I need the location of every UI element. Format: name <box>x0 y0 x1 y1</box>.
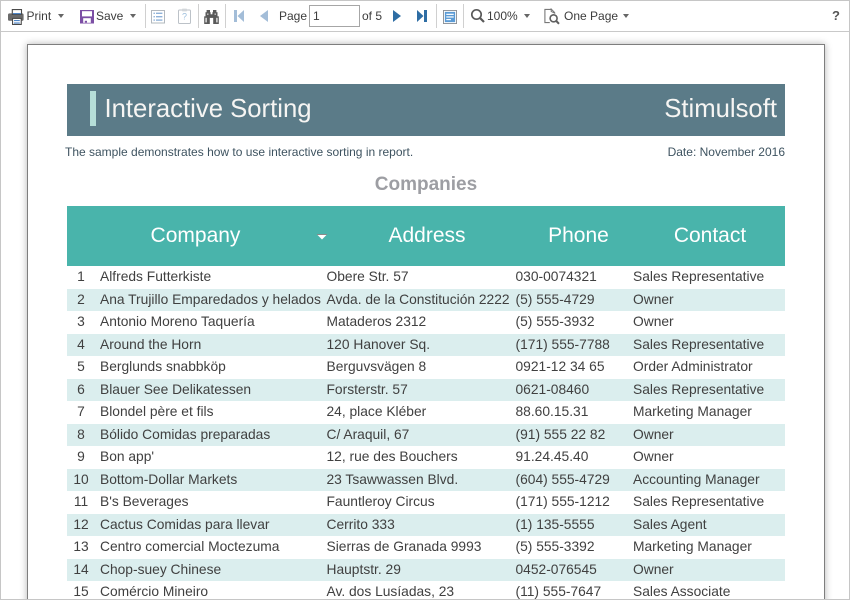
svg-text:?: ? <box>182 12 187 22</box>
